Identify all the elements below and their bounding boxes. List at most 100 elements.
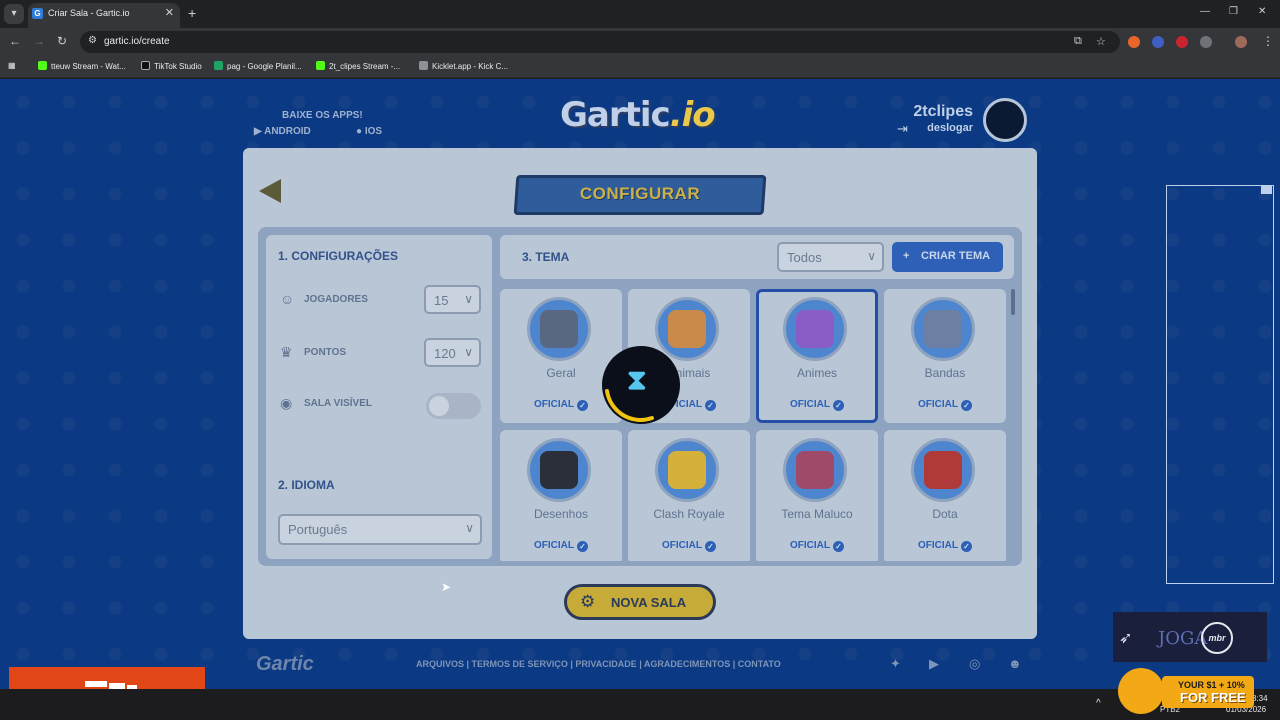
menu-kebab-icon[interactable]: ⋮ bbox=[1262, 34, 1274, 48]
profile-avatar[interactable] bbox=[1235, 36, 1247, 48]
browser-tab[interactable]: G Criar Sala - Gartic.io ✕ bbox=[28, 3, 180, 28]
windows-taskbar: ^ PTB2 3:34 01/03/2026 bbox=[0, 689, 1280, 720]
bookmark-star-icon[interactable]: ☆ bbox=[1096, 35, 1106, 48]
points-label: PONTOS bbox=[304, 347, 347, 358]
ios-link[interactable]: ● IOS bbox=[356, 126, 382, 137]
check-icon: ✓ bbox=[705, 541, 716, 552]
theme-header: 3. TEMA Todos ∨ + CRIAR TEMA bbox=[500, 235, 1014, 279]
forward-icon[interactable]: → bbox=[33, 34, 45, 48]
hourglass-icon: ⧗ bbox=[627, 364, 647, 395]
theme-title: 3. TEMA bbox=[522, 250, 570, 264]
cast-icon[interactable]: ⧉ bbox=[1074, 35, 1082, 48]
download-apps-title: BAIXE OS APPS! bbox=[282, 110, 363, 121]
logout-link[interactable]: deslogar bbox=[927, 122, 973, 134]
crown-icon bbox=[655, 438, 719, 502]
footer-logo[interactable]: Gartic bbox=[256, 653, 314, 676]
official-badge: OFICIAL ✓ bbox=[756, 540, 878, 552]
language-title: 2. IDIOMA bbox=[278, 478, 335, 492]
official-badge: OFICIAL ✓ bbox=[884, 399, 1006, 411]
youtube-icon[interactable]: ▶ bbox=[929, 656, 939, 672]
address-url[interactable]: gartic.io/create bbox=[104, 36, 170, 47]
chevron-down-icon: ∨ bbox=[464, 292, 473, 306]
dota-logo-icon bbox=[911, 438, 975, 502]
promo-banner: YOUR $1 + 10% FOR FREE bbox=[1162, 676, 1254, 708]
window-close-icon[interactable]: ✕ bbox=[1258, 6, 1266, 17]
players-label: JOGADORES bbox=[304, 294, 368, 305]
theme-card[interactable]: Desenhos OFICIAL ✓ bbox=[500, 430, 622, 561]
players-select[interactable]: 15 ∨ bbox=[424, 285, 481, 314]
settings-title: 1. CONFIGURAÇÕES bbox=[278, 249, 399, 263]
clock-time[interactable]: 3:34 bbox=[1252, 694, 1268, 703]
plus-icon: + bbox=[903, 250, 910, 262]
discord-icon[interactable]: ☻ bbox=[1008, 656, 1022, 671]
new-room-button[interactable]: ⚙ NOVA SALA bbox=[564, 584, 716, 620]
mibr-logo: mbr bbox=[1201, 622, 1233, 654]
new-tab-button[interactable]: + bbox=[188, 5, 196, 21]
theme-card[interactable]: Dota OFICIAL ✓ bbox=[884, 430, 1006, 561]
maximize-icon[interactable]: ❐ bbox=[1229, 6, 1238, 17]
bookmark-item[interactable]: pag - Google Planil... bbox=[214, 61, 302, 71]
chevron-down-icon: ∨ bbox=[464, 345, 473, 359]
tab-search-button[interactable]: ▾ bbox=[4, 4, 24, 24]
check-icon: ✓ bbox=[961, 541, 972, 552]
toggle-knob bbox=[429, 396, 449, 416]
twitter-icon[interactable]: ✦ bbox=[890, 656, 901, 672]
theme-card[interactable]: Tema Maluco OFICIAL ✓ bbox=[756, 430, 878, 561]
slot-machine-icon bbox=[527, 297, 591, 361]
extensions-puzzle-icon[interactable] bbox=[1200, 36, 1212, 48]
stream-overlay-frame bbox=[1166, 185, 1274, 584]
sponsor-banner: ➶ JOGA bbox=[1113, 612, 1267, 662]
mouse-cursor-icon: ➤ bbox=[441, 580, 452, 594]
check-icon: ✓ bbox=[833, 400, 844, 411]
bookmark-item[interactable]: 2t_clipes Stream -... bbox=[316, 61, 400, 71]
user-icon: ☺ bbox=[280, 291, 295, 307]
configure-title: CONFIGURAR bbox=[579, 184, 701, 203]
anime-character-icon bbox=[783, 297, 847, 361]
check-icon: ✓ bbox=[961, 400, 972, 411]
logout-icon[interactable]: ⇥ bbox=[897, 121, 908, 137]
tab-title: Criar Sala - Gartic.io bbox=[48, 8, 130, 18]
bookmark-item[interactable]: tteuw Stream - Wat... bbox=[38, 61, 126, 71]
theme-card[interactable]: Clash Royale OFICIAL ✓ bbox=[628, 430, 750, 561]
create-theme-button[interactable]: + CRIAR TEMA bbox=[892, 242, 1003, 272]
tab-close-icon[interactable]: ✕ bbox=[165, 6, 174, 19]
extension-icon[interactable] bbox=[1152, 36, 1164, 48]
browser-tab-bar: ▾ G Criar Sala - Gartic.io ✕ + — ❐ ✕ bbox=[0, 0, 1280, 28]
extension-icon[interactable] bbox=[1176, 36, 1188, 48]
official-badge: OFICIAL ✓ bbox=[628, 540, 750, 552]
trophy-icon: ♛ bbox=[280, 344, 293, 360]
back-icon[interactable]: ← bbox=[9, 34, 21, 48]
language-select[interactable]: Português ∨ bbox=[278, 514, 482, 545]
reload-icon[interactable]: ↻ bbox=[57, 34, 67, 48]
swoosh-icon: ➶ bbox=[1119, 630, 1133, 647]
site-info-icon[interactable]: ⚙ bbox=[88, 35, 97, 46]
back-arrow-icon[interactable] bbox=[259, 179, 281, 203]
tray-chevron-icon[interactable]: ^ bbox=[1096, 698, 1101, 709]
minimize-icon[interactable]: — bbox=[1200, 6, 1210, 17]
footer-links[interactable]: ARQUIVOS | TERMOS DE SERVIÇO | PRIVACIDA… bbox=[416, 659, 781, 669]
gartic-logo[interactable]: Gartic.io bbox=[560, 95, 716, 135]
mouse-cartoon-icon bbox=[527, 438, 591, 502]
browser-toolbar: ← → ↻ ⚙ gartic.io/create ⧉ ☆ ⋮ bbox=[0, 28, 1280, 56]
theme-card[interactable]: Bandas OFICIAL ✓ bbox=[884, 289, 1006, 423]
bookmark-item[interactable]: TikTok Studio bbox=[141, 61, 202, 71]
check-icon: ✓ bbox=[577, 400, 588, 411]
theme-filter-select[interactable]: Todos ∨ bbox=[777, 242, 884, 272]
settings-panel: 1. CONFIGURAÇÕES ☺ JOGADORES 15 ∨ ♛ PONT… bbox=[266, 235, 492, 559]
apps-grid-icon[interactable]: ▦ bbox=[8, 61, 16, 70]
official-badge: OFICIAL ✓ bbox=[500, 540, 622, 552]
theme-card-selected[interactable]: Animes OFICIAL ✓ bbox=[756, 289, 878, 423]
apple-icon: ● bbox=[356, 126, 365, 137]
user-avatar[interactable] bbox=[983, 98, 1027, 142]
bookmark-item[interactable]: Kicklet.app - Kick C... bbox=[419, 61, 508, 71]
chevron-down-icon: ∨ bbox=[465, 521, 474, 535]
points-select[interactable]: 120 ∨ bbox=[424, 338, 481, 367]
android-link[interactable]: ▶ ANDROID bbox=[254, 126, 311, 137]
extension-icon[interactable] bbox=[1128, 36, 1140, 48]
instagram-icon[interactable]: ◎ bbox=[969, 656, 980, 672]
check-icon: ✓ bbox=[577, 541, 588, 552]
address-bar[interactable]: ⚙ gartic.io/create ⧉ ☆ bbox=[80, 31, 1120, 53]
visible-room-toggle[interactable] bbox=[426, 393, 481, 419]
eye-icon: ◉ bbox=[280, 395, 293, 411]
theme-grid-scrollbar[interactable] bbox=[1011, 289, 1015, 315]
